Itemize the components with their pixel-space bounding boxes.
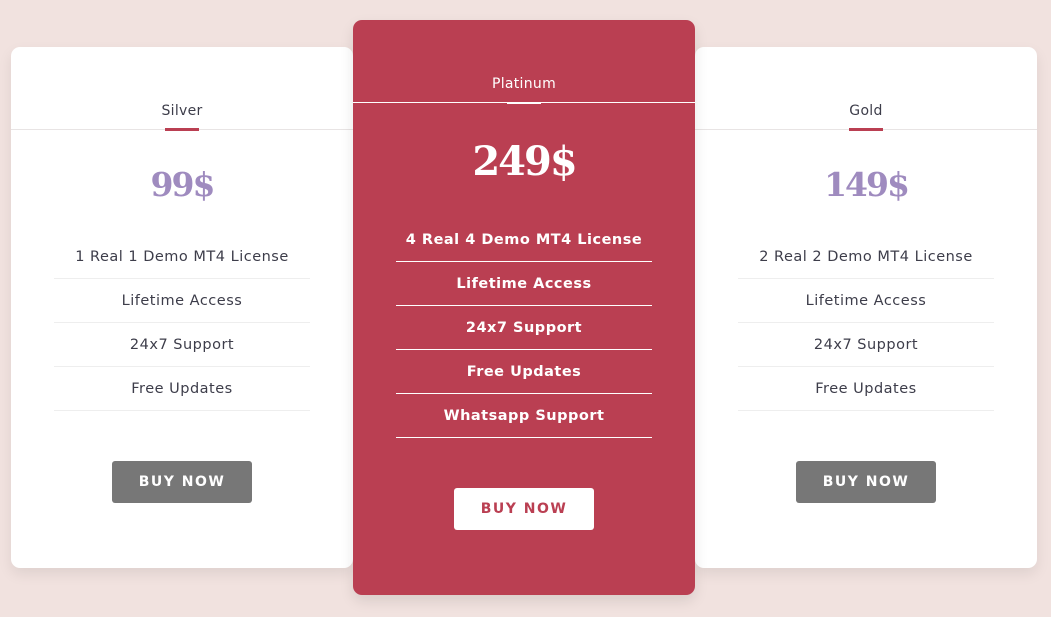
feature-item: Free Updates xyxy=(738,367,994,411)
title-underline xyxy=(165,128,199,131)
buy-now-button[interactable]: BUY NOW xyxy=(454,488,594,530)
plan-price: 249$ xyxy=(472,138,577,185)
feature-item: 4 Real 4 Demo MT4 License xyxy=(396,218,652,262)
pricing-card-silver: Silver 99$ 1 Real 1 Demo MT4 License Lif… xyxy=(11,47,353,568)
feature-item: Lifetime Access xyxy=(54,279,310,323)
plan-price: 149$ xyxy=(824,165,910,204)
feature-item: Lifetime Access xyxy=(738,279,994,323)
buy-now-button[interactable]: BUY NOW xyxy=(112,461,252,503)
title-underline xyxy=(507,102,541,104)
plan-price: 99$ xyxy=(150,165,216,204)
feature-list: 1 Real 1 Demo MT4 License Lifetime Acces… xyxy=(54,235,310,411)
feature-item: Free Updates xyxy=(396,350,652,394)
feature-list: 2 Real 2 Demo MT4 License Lifetime Acces… xyxy=(738,235,994,411)
pricing-card-gold: Gold 149$ 2 Real 2 Demo MT4 License Life… xyxy=(695,47,1037,568)
feature-item: Lifetime Access xyxy=(396,262,652,306)
feature-item: 24x7 Support xyxy=(396,306,652,350)
pricing-card-platinum: Platinum 249$ 4 Real 4 Demo MT4 License … xyxy=(353,20,695,595)
feature-item: 24x7 Support xyxy=(738,323,994,367)
plan-name: Platinum xyxy=(491,76,557,92)
feature-item: 1 Real 1 Demo MT4 License xyxy=(54,235,310,279)
feature-item: Whatsapp Support xyxy=(396,394,652,438)
title-underline xyxy=(849,128,883,131)
plan-name: Silver xyxy=(161,103,203,119)
feature-list: 4 Real 4 Demo MT4 License Lifetime Acces… xyxy=(396,218,652,438)
plan-name: Gold xyxy=(849,103,883,119)
feature-item: 2 Real 2 Demo MT4 License xyxy=(738,235,994,279)
feature-item: 24x7 Support xyxy=(54,323,310,367)
buy-now-button[interactable]: BUY NOW xyxy=(796,461,936,503)
feature-item: Free Updates xyxy=(54,367,310,411)
